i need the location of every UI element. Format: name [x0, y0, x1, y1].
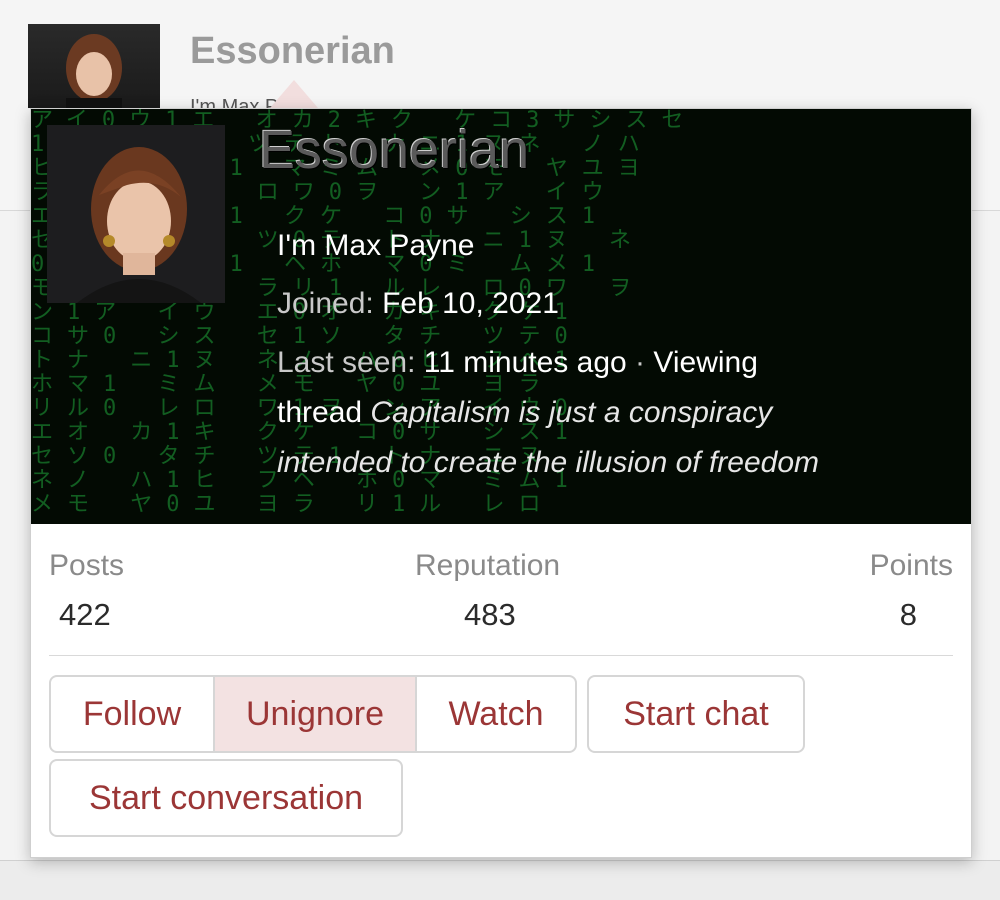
stat-posts-label: Posts — [49, 549, 125, 582]
activity-thread-link[interactable]: Capitalism is just a conspiracy — [370, 396, 772, 429]
custom-title: I'm Max Payne — [277, 229, 475, 262]
activity-prefix: Viewing — [653, 346, 758, 379]
profile-avatar[interactable] — [47, 125, 225, 303]
watch-button[interactable]: Watch — [415, 675, 577, 753]
last-seen-label: Last seen: — [277, 346, 416, 379]
last-seen-row: Last seen: 11 minutes ago · Viewing — [277, 346, 758, 380]
background-username[interactable]: Essonerian — [190, 30, 395, 73]
last-seen-value: 11 minutes ago — [423, 346, 627, 379]
joined-date: Feb 10, 2021 — [382, 287, 559, 320]
member-tooltip-card: アイ0ウ1エ オカ2キク ケコ3サシスセ 1ソ タチ0 ツテト ナニ1ヌネ ノハ… — [30, 108, 972, 858]
activity-separator: · — [626, 346, 654, 379]
background-avatar[interactable] — [28, 24, 160, 108]
tooltip-arrow — [270, 80, 318, 108]
stat-points-label: Points — [869, 549, 953, 582]
start-chat-button[interactable]: Start chat — [587, 675, 805, 753]
unignore-button[interactable]: Unignore — [213, 675, 417, 753]
activity-row: thread Capitalism is just a conspiracy — [277, 396, 772, 430]
follow-button[interactable]: Follow — [49, 675, 215, 753]
activity-thread-link-continued[interactable]: intended to create the illusion of freed… — [277, 446, 819, 480]
profile-banner: アイ0ウ1エ オカ2キク ケコ3サシスセ 1ソ タチ0 ツテト ナニ1ヌネ ノハ… — [31, 109, 971, 524]
stat-posts-value[interactable]: 422 — [59, 597, 111, 633]
background-footer — [0, 860, 1000, 900]
joined-row: Joined: Feb 10, 2021 — [277, 287, 559, 321]
joined-label: Joined: — [277, 287, 374, 320]
stat-points-value[interactable]: 8 — [900, 597, 917, 633]
start-conversation-button[interactable]: Start conversation — [49, 759, 403, 837]
stat-reputation-label: Reputation — [415, 549, 561, 582]
activity-thread-word: thread — [277, 396, 363, 429]
stat-reputation-value[interactable]: 483 — [464, 597, 516, 633]
profile-username[interactable]: Essonerian — [259, 119, 529, 181]
stats-divider — [49, 655, 953, 656]
